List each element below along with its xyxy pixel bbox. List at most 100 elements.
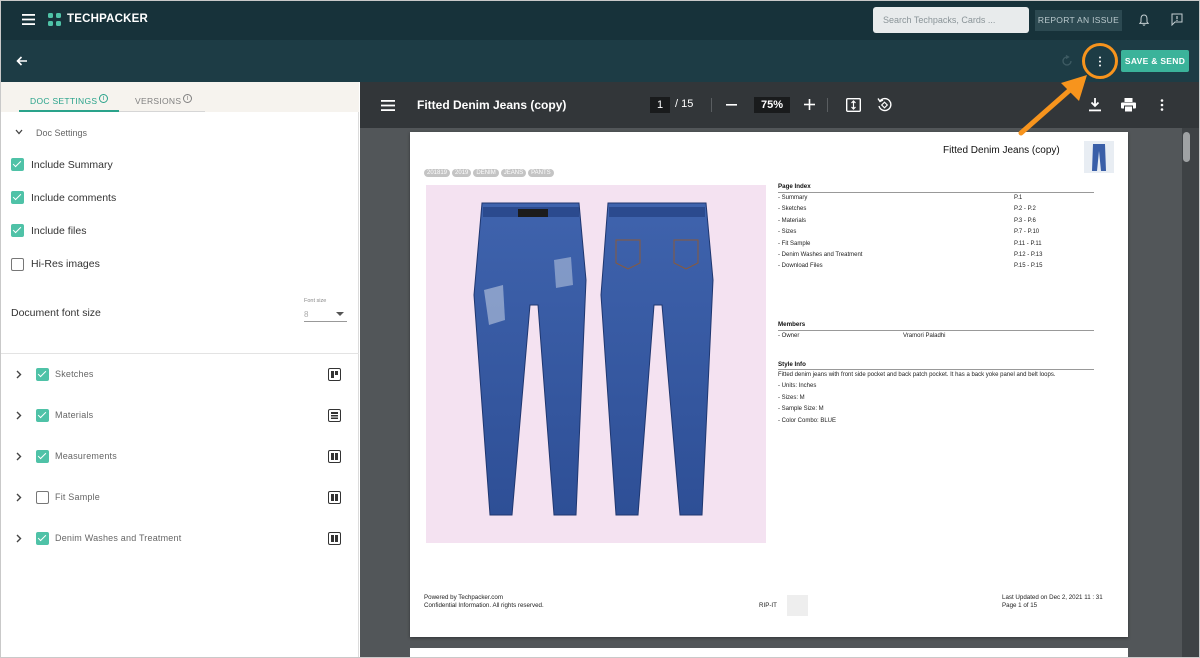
footer-powered-by: Powered by Techpacker.com (424, 594, 503, 601)
toolbar-separator (711, 98, 712, 112)
style-info-description: Fitted denim jeans with front side pocke… (778, 372, 1056, 378)
layout-grid-icon[interactable] (328, 409, 341, 422)
measurements-label: Measurements (55, 451, 117, 461)
outline-menu-icon[interactable] (381, 100, 395, 111)
font-size-select[interactable]: Font size 8 (304, 298, 347, 322)
page-index-name: - Sizes (778, 229, 797, 236)
print-icon[interactable] (1121, 98, 1136, 112)
page-index-pages: P.11 - P.11 (1014, 240, 1042, 247)
active-tab-indicator (19, 110, 119, 112)
zoom-in-icon[interactable] (804, 99, 815, 110)
left-panel: DOC SETTINGS i VERSIONS i Doc Settings Inc… (1, 82, 359, 657)
doc-settings-section-title: Doc Settings (36, 128, 88, 138)
chevron-down-icon[interactable] (15, 129, 23, 135)
sketches-checkbox[interactable] (36, 368, 49, 381)
pdf-title: Fitted Denim Jeans (copy) (417, 98, 567, 112)
tag: 201819 (424, 169, 451, 177)
page-index-name: - Denim Washes and Treatment (778, 252, 863, 258)
save-and-send-button[interactable]: SAVE & SEND (1121, 50, 1189, 72)
tag: 2019 (452, 169, 472, 177)
tag-list: 201819 2019 DENIM JEANS PANTS (424, 161, 556, 179)
page-index-pages: P.3 - P.6 (1014, 217, 1036, 224)
page-index-pages: P.12 - P.13 (1014, 252, 1043, 258)
scrollbar-thumb[interactable] (1183, 132, 1190, 162)
include-summary-checkbox[interactable] (11, 158, 24, 171)
member-role: - Owner (778, 333, 800, 339)
style-info-line: - Sizes: M (778, 395, 805, 401)
include-files-checkbox[interactable] (11, 224, 24, 237)
hi-res-images-label: Hi-Res images (31, 258, 100, 270)
chevron-right-icon[interactable] (16, 411, 22, 420)
page-index-row: - Sketches P.2 - P.2 (778, 206, 1078, 212)
footer-last-updated: Last Updated on Dec 2, 2021 11 : 31 (1002, 594, 1103, 601)
layout-columns-icon[interactable] (328, 532, 341, 545)
tag: PANTS (528, 169, 554, 177)
include-comments-checkbox[interactable] (11, 191, 24, 204)
dropdown-arrow-icon (336, 312, 344, 316)
fit-sample-checkbox[interactable] (36, 491, 49, 504)
top-bar: TECHPACKER Search Techpacks, Cards ... R… (1, 1, 1199, 40)
page-index-pages: P.15 - P.15 (1014, 263, 1043, 270)
page-index-row: - Summary P.1 (778, 195, 1078, 201)
chevron-right-icon[interactable] (16, 493, 22, 502)
materials-checkbox[interactable] (36, 409, 49, 422)
layout-sketch-icon[interactable] (328, 368, 341, 381)
zoom-level-input[interactable]: 75% (754, 97, 790, 113)
denim-washes-checkbox[interactable] (36, 532, 49, 545)
chevron-right-icon[interactable] (16, 534, 22, 543)
fit-page-icon[interactable] (846, 98, 861, 112)
page-index-name: - Summary (778, 195, 808, 201)
chevron-right-icon[interactable] (16, 452, 22, 461)
page-index-name: - Fit Sample (778, 240, 811, 247)
bell-icon[interactable] (1139, 14, 1149, 26)
layout-columns-icon[interactable] (328, 491, 341, 504)
hi-res-images-checkbox[interactable] (11, 258, 24, 271)
page-index-row: - Denim Washes and Treatment P.12 - P.13 (778, 252, 1078, 258)
style-info-line: - Sample Size: M (778, 406, 824, 412)
feedback-icon[interactable] (1171, 13, 1183, 26)
back-arrow-icon[interactable] (16, 55, 28, 67)
footer-brand: RIP-IT (759, 602, 777, 609)
rule (778, 330, 1094, 331)
jeans-sketch-image (426, 185, 766, 543)
report-issue-button[interactable]: REPORT AN ISSUE (1035, 10, 1122, 31)
zoom-out-icon[interactable] (726, 104, 737, 106)
document-font-size-label: Document font size (11, 307, 101, 319)
font-size-caption: Font size (304, 298, 327, 304)
page-number-input[interactable]: 1 (650, 97, 670, 113)
techpacker-logo-icon (48, 13, 61, 26)
chevron-right-icon[interactable] (16, 370, 22, 379)
brand-logo-placeholder (787, 595, 808, 616)
include-summary-label: Include Summary (31, 159, 113, 171)
member-name: Vramori Paladhi (903, 333, 946, 339)
app-window: TECHPACKER Search Techpacks, Cards ... R… (0, 0, 1200, 658)
tab-underline (119, 111, 205, 112)
page-index-pages: P.7 - P.10 (1014, 229, 1040, 236)
rule (778, 369, 1094, 370)
sketches-label: Sketches (55, 369, 94, 379)
page-index-row: - Materials P.3 - P.6 (778, 218, 1078, 224)
style-info-heading: Style Info (778, 361, 806, 368)
viewer-scrollbar[interactable] (1182, 128, 1199, 657)
tab-doc-settings[interactable]: DOC SETTINGS i (30, 94, 109, 106)
search-input[interactable]: Search Techpacks, Cards ... (873, 7, 1029, 33)
hamburger-menu-icon[interactable] (22, 14, 35, 25)
tab-versions-label: VERSIONS (135, 95, 182, 106)
page-index-name: - Sketches (778, 206, 807, 213)
materials-label: Materials (55, 410, 94, 420)
sync-icon[interactable] (1061, 55, 1073, 67)
pdf-next-page (410, 648, 1128, 657)
rotate-icon[interactable] (877, 97, 892, 112)
page-index-row: - Sizes P.7 - P.10 (778, 229, 1078, 235)
layout-columns-icon[interactable] (328, 450, 341, 463)
measurements-checkbox[interactable] (36, 450, 49, 463)
more-vertical-icon[interactable] (1160, 99, 1164, 111)
page-index-name: - Materials (778, 217, 807, 224)
info-icon: i (183, 94, 193, 103)
page-index-pages: P.2 - P.2 (1014, 206, 1036, 213)
page-index-row: - Fit Sample P.11 - P.11 (778, 241, 1078, 247)
brand-name: TECHPACKER (67, 13, 149, 25)
tag: DENIM (473, 169, 499, 177)
tab-versions[interactable]: VERSIONS i (135, 94, 193, 106)
tab-doc-settings-label: DOC SETTINGS (30, 95, 98, 106)
